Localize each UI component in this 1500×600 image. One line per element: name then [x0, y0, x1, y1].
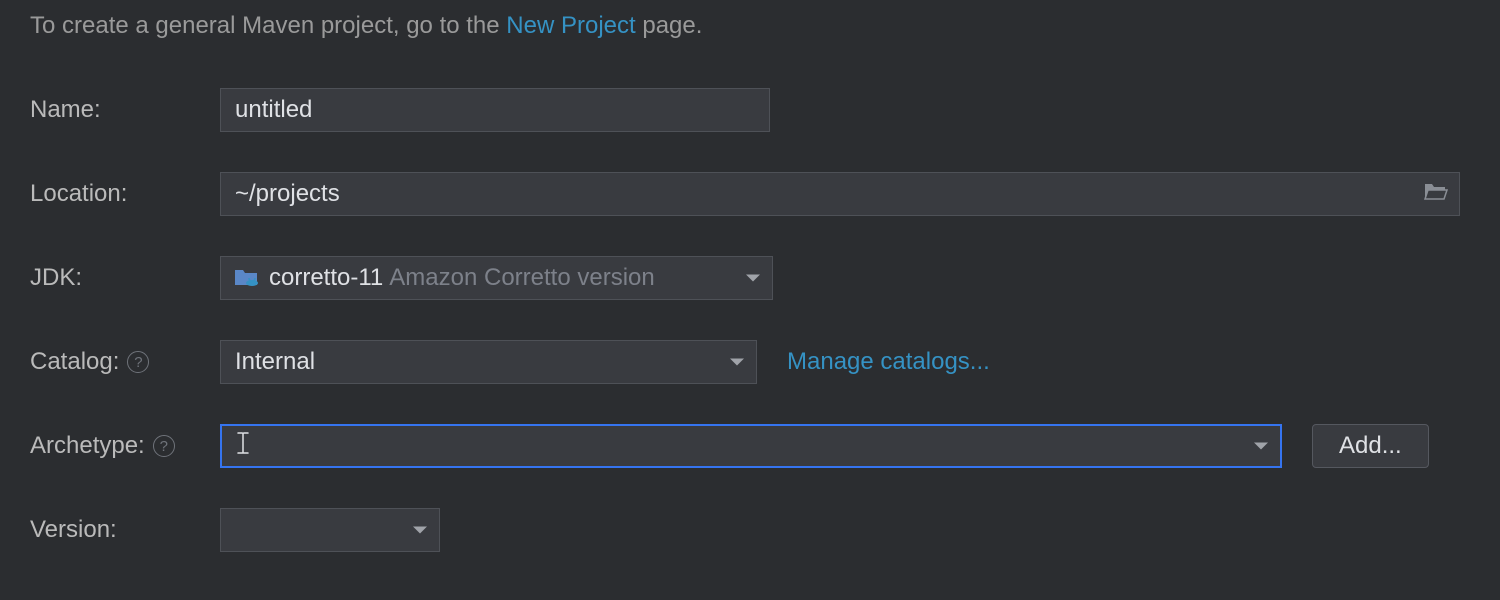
- label-archetype: Archetype: ?: [30, 432, 220, 460]
- text-cursor-icon: [236, 432, 250, 460]
- help-icon[interactable]: ?: [127, 351, 149, 373]
- chevron-down-icon: [746, 275, 760, 282]
- add-button[interactable]: Add...: [1312, 424, 1429, 468]
- archetype-dropdown[interactable]: [220, 424, 1282, 468]
- label-archetype-text: Archetype:: [30, 432, 145, 460]
- jdk-name: corretto-11: [269, 264, 383, 292]
- manage-catalogs-link[interactable]: Manage catalogs...: [787, 348, 990, 376]
- version-dropdown[interactable]: [220, 508, 440, 552]
- name-input[interactable]: [220, 88, 770, 132]
- row-archetype: Archetype: ? Add...: [30, 424, 1470, 468]
- jdk-dropdown[interactable]: corretto-11 Amazon Corretto version: [220, 256, 773, 300]
- hint-suffix: page.: [636, 12, 703, 39]
- jdk-folder-icon: [235, 268, 259, 288]
- row-name: Name:: [30, 88, 1470, 132]
- location-input[interactable]: [220, 172, 1460, 216]
- maven-hint: To create a general Maven project, go to…: [30, 12, 1470, 40]
- catalog-value: Internal: [235, 348, 315, 376]
- help-icon[interactable]: ?: [153, 435, 175, 457]
- hint-prefix: To create a general Maven project, go to…: [30, 12, 506, 39]
- label-version: Version:: [30, 516, 220, 544]
- chevron-down-icon: [1254, 443, 1268, 450]
- label-name: Name:: [30, 96, 220, 124]
- chevron-down-icon: [730, 359, 744, 366]
- new-project-link[interactable]: New Project: [506, 12, 635, 39]
- jdk-subtext: Amazon Corretto version: [389, 264, 654, 292]
- label-catalog-text: Catalog:: [30, 348, 119, 376]
- label-jdk: JDK:: [30, 264, 220, 292]
- chevron-down-icon: [413, 527, 427, 534]
- label-catalog: Catalog: ?: [30, 348, 220, 376]
- row-location: Location:: [30, 172, 1470, 216]
- label-location: Location:: [30, 180, 220, 208]
- catalog-dropdown[interactable]: Internal: [220, 340, 757, 384]
- folder-open-icon[interactable]: [1424, 180, 1448, 208]
- row-jdk: JDK: corretto-11 Amazon Corretto version: [30, 256, 1470, 300]
- row-catalog: Catalog: ? Internal Manage catalogs...: [30, 340, 1470, 384]
- row-version: Version:: [30, 508, 1470, 552]
